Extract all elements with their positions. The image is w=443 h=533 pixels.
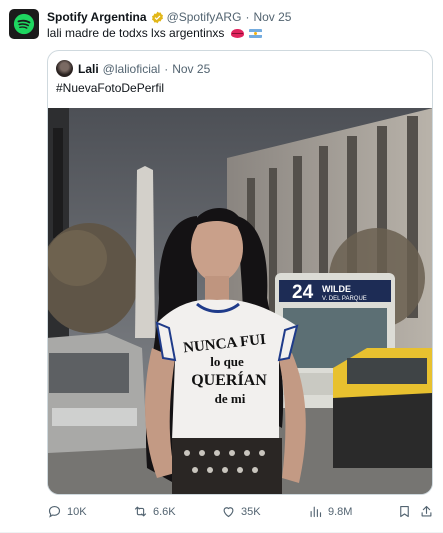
quoted-avatar [56, 60, 73, 77]
like-count: 35K [241, 505, 261, 518]
retweet-button[interactable]: 6.6K [133, 504, 176, 519]
share-button[interactable] [419, 504, 434, 524]
author-name[interactable]: Spotify Argentina [47, 9, 147, 25]
reply-icon [48, 505, 61, 518]
quoted-text: #NuevaFotoDePerfil [56, 81, 165, 95]
tweet-actions: 10K 6.6K 35K 9.8M [47, 504, 432, 524]
tweet-text: lali madre de todxs lxs argentinxs [47, 26, 225, 40]
quoted-date: Nov 25 [172, 61, 211, 76]
bus-route-number: 24 [292, 282, 314, 303]
bookmark-button[interactable] [397, 504, 412, 524]
tweet-header: Spotify Argentina @SpotifyARG · Nov 25 [47, 9, 291, 25]
quoted-tweet[interactable]: Lali @lalioficial · Nov 25 #NuevaFotoDeP… [47, 50, 433, 495]
verified-gold-badge-icon [151, 11, 163, 23]
reply-button[interactable]: 10K [47, 504, 87, 519]
bookmark-icon [400, 505, 409, 518]
heart-icon [223, 507, 234, 518]
retweet-icon [134, 506, 147, 517]
header-separator: · [245, 10, 250, 24]
spotify-avatar[interactable] [9, 9, 39, 39]
author-handle[interactable]: @SpotifyARG [167, 9, 242, 25]
share-icon [421, 505, 432, 517]
quoted-photo[interactable]: 24 WILDE V. DEL PARQUE NUNCA FUI lo que … [48, 108, 432, 494]
spotify-logo-icon [13, 13, 35, 35]
like-button[interactable]: 35K [221, 504, 261, 519]
tweet-text-row: lali madre de todxs lxs argentinxs [47, 25, 263, 41]
views-count: 9.8M [328, 505, 353, 518]
shirt-text-3: QUERÍAN [191, 370, 267, 389]
shirt-text-4: de mi [215, 391, 246, 406]
lips-emoji-icon [230, 29, 244, 38]
quoted-header: Lali @lalioficial · Nov 25 [56, 60, 210, 77]
views-button[interactable]: 9.8M [308, 504, 352, 519]
tweet-date[interactable]: Nov 25 [253, 9, 291, 25]
reply-count: 10K [67, 505, 87, 518]
bus-sign-line2: V. DEL PARQUE [322, 296, 367, 302]
quoted-author-handle: @lalioficial [102, 61, 161, 76]
argentina-flag-icon [249, 29, 263, 38]
shirt-text-2: lo que [210, 354, 244, 369]
views-chart-icon [310, 506, 322, 518]
quoted-author-name: Lali [78, 61, 99, 76]
tweet-card[interactable]: Spotify Argentina @SpotifyARG · Nov 25 l… [0, 0, 443, 533]
bus-sign-line1: WILDE [322, 284, 351, 294]
retweet-count: 6.6K [153, 505, 176, 518]
quoted-separator: · [164, 61, 169, 76]
